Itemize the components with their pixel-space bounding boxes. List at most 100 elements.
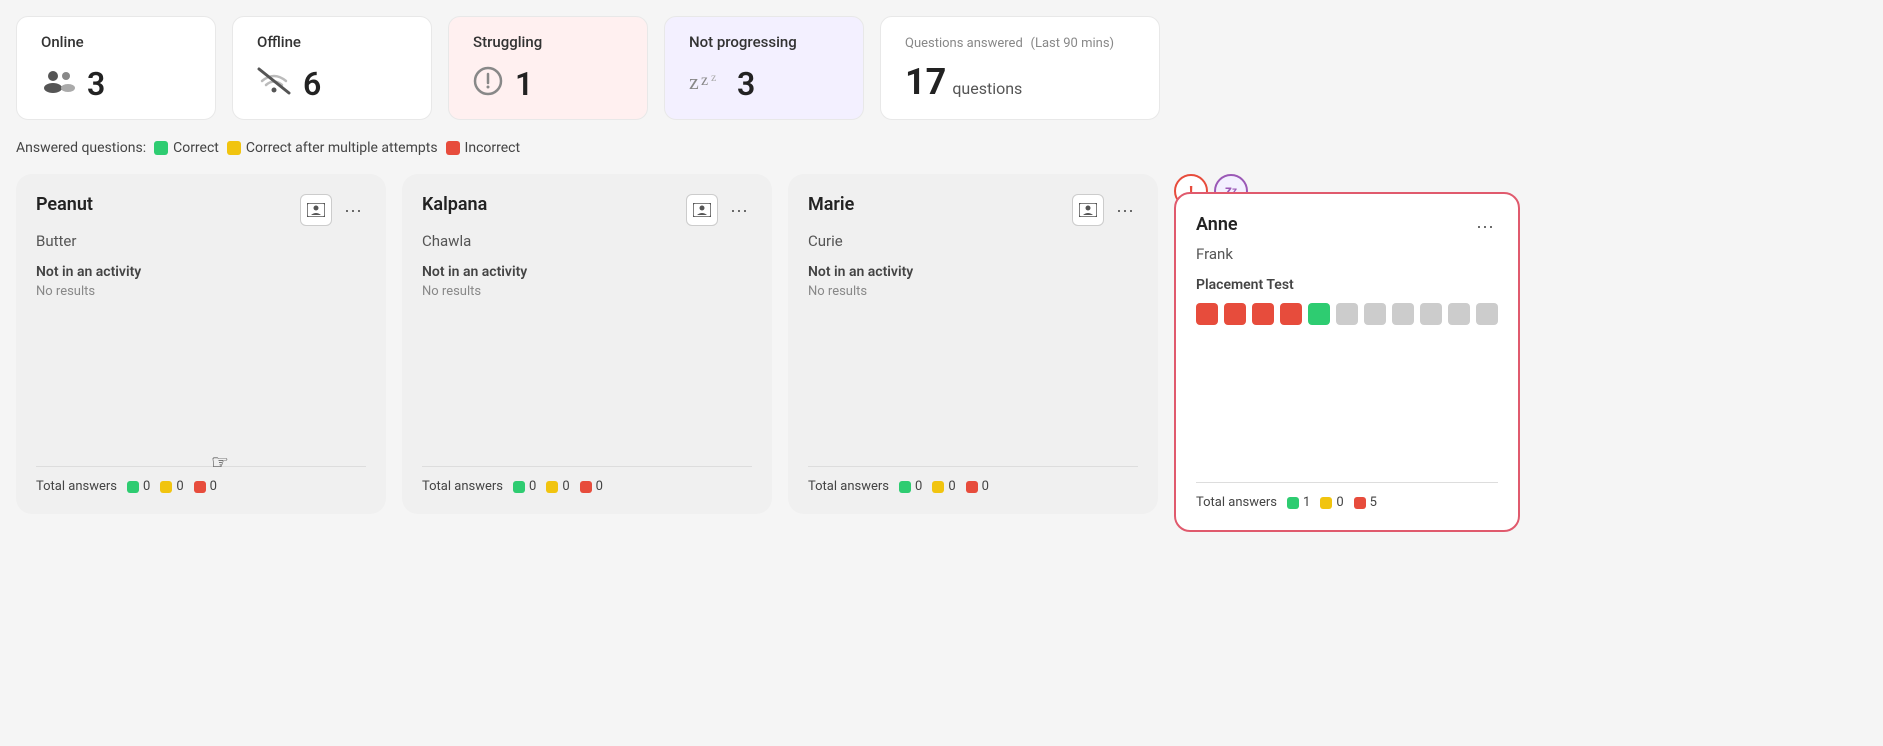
marie-incorrect-num: 0 xyxy=(982,479,989,494)
svg-text:z: z xyxy=(701,72,708,89)
peanut-menu-btn[interactable]: ··· xyxy=(340,198,366,223)
peanut-results: No results xyxy=(36,284,366,299)
peanut-multi-dot xyxy=(160,481,172,493)
peanut-correct-count: 0 xyxy=(127,479,150,494)
anne-activity: Placement Test xyxy=(1196,277,1498,293)
peanut-incorrect-count: 0 xyxy=(194,479,217,494)
marie-correct-count: 0 xyxy=(899,479,922,494)
marie-correct-dot xyxy=(899,481,911,493)
peanut-activity: Not in an activity xyxy=(36,264,366,280)
marie-multi-num: 0 xyxy=(948,479,955,494)
marie-activity: Not in an activity xyxy=(808,264,1138,280)
anne-multi-count: 0 xyxy=(1320,495,1343,510)
answer-dot xyxy=(1252,303,1274,325)
stats-row: Online 3 Offline xyxy=(16,16,1867,120)
qa-count: 17 xyxy=(905,61,946,103)
peanut-correct-dot xyxy=(127,481,139,493)
struggling-label: Struggling xyxy=(473,33,623,51)
kalpana-correct-dot xyxy=(513,481,525,493)
answer-dot xyxy=(1420,303,1442,325)
anne-correct-count: 1 xyxy=(1287,495,1310,510)
student-card-kalpana: Kalpana ··· Chawla Not in an activity No… xyxy=(402,174,772,514)
anne-footer: Total answers 1 0 5 xyxy=(1196,482,1498,510)
anne-incorrect-num: 5 xyxy=(1370,495,1377,510)
kalpana-menu-btn[interactable]: ··· xyxy=(726,198,752,223)
total-answers-label-marie: Total answers xyxy=(808,479,889,494)
answer-dot xyxy=(1308,303,1330,325)
student-card-peanut: Peanut ··· Butter Not in an activity No … xyxy=(16,174,386,514)
kalpana-incorrect-count: 0 xyxy=(580,479,603,494)
card-header-peanut: Peanut ··· xyxy=(36,194,366,226)
kalpana-multi-dot xyxy=(546,481,558,493)
peanut-multi-num: 0 xyxy=(176,479,183,494)
online-count: 3 xyxy=(87,65,105,103)
kalpana-correct-num: 0 xyxy=(529,479,536,494)
kalpana-lastname: Chawla xyxy=(422,232,752,250)
qa-subtitle: (Last 90 mins) xyxy=(1031,36,1115,51)
offline-value: 6 xyxy=(257,65,407,103)
kalpana-correct-count: 0 xyxy=(513,479,536,494)
kalpana-incorrect-dot xyxy=(580,481,592,493)
kalpana-multi-count: 0 xyxy=(546,479,569,494)
alert-circle-icon xyxy=(473,66,503,103)
peanut-multi-count: 0 xyxy=(160,479,183,494)
kalpana-name: Kalpana xyxy=(422,194,487,216)
answer-dot xyxy=(1280,303,1302,325)
offline-label: Offline xyxy=(257,33,407,51)
anne-multi-num: 0 xyxy=(1336,495,1343,510)
legend-prefix: Answered questions: xyxy=(16,140,146,156)
wifi-off-icon xyxy=(257,67,291,102)
peanut-incorrect-num: 0 xyxy=(210,479,217,494)
multi-label: Correct after multiple attempts xyxy=(246,140,438,156)
correct-dot xyxy=(154,141,168,155)
marie-multi-count: 0 xyxy=(932,479,955,494)
kalpana-profile-btn[interactable] xyxy=(686,194,718,226)
not-progressing-count: 3 xyxy=(737,65,755,103)
marie-card-icons: ··· xyxy=(1072,194,1138,226)
marie-profile-btn[interactable] xyxy=(1072,194,1104,226)
cards-grid: Peanut ··· Butter Not in an activity No … xyxy=(16,174,1867,532)
card-header-kalpana: Kalpana ··· xyxy=(422,194,752,226)
anne-answer-dots xyxy=(1196,303,1498,325)
stat-card-offline: Offline 6 xyxy=(232,16,432,120)
legend-incorrect: Incorrect xyxy=(446,140,521,156)
qa-value: 17 questions xyxy=(905,61,1135,103)
stat-card-struggling: Struggling 1 xyxy=(448,16,648,120)
peanut-incorrect-dot xyxy=(194,481,206,493)
answer-dot xyxy=(1336,303,1358,325)
marie-results: No results xyxy=(808,284,1138,299)
anne-menu-btn[interactable]: ··· xyxy=(1472,214,1498,239)
not-progressing-label: Not progressing xyxy=(689,33,839,51)
stat-card-not-progressing: Not progressing z z z 3 xyxy=(664,16,864,120)
marie-incorrect-count: 0 xyxy=(966,479,989,494)
marie-lastname: Curie xyxy=(808,232,1138,250)
answer-dot xyxy=(1364,303,1386,325)
struggling-count: 1 xyxy=(515,65,533,103)
kalpana-multi-num: 0 xyxy=(562,479,569,494)
not-progressing-value: z z z 3 xyxy=(689,65,839,103)
total-answers-label-peanut: Total answers xyxy=(36,479,117,494)
marie-multi-dot xyxy=(932,481,944,493)
incorrect-dot xyxy=(446,141,460,155)
struggling-value: 1 xyxy=(473,65,623,103)
marie-menu-btn[interactable]: ··· xyxy=(1112,198,1138,223)
answer-dot xyxy=(1448,303,1470,325)
stat-card-online: Online 3 xyxy=(16,16,216,120)
answer-dot xyxy=(1392,303,1414,325)
anne-multi-dot xyxy=(1320,497,1332,509)
student-card-anne: Anne ··· Frank Placement Test Total answ… xyxy=(1174,192,1520,532)
answer-dot xyxy=(1224,303,1246,325)
people-icon xyxy=(41,67,75,102)
multi-dot xyxy=(227,141,241,155)
marie-name: Marie xyxy=(808,194,854,216)
answer-dot xyxy=(1196,303,1218,325)
peanut-profile-btn[interactable] xyxy=(300,194,332,226)
marie-correct-num: 0 xyxy=(915,479,922,494)
anne-name: Anne xyxy=(1196,214,1238,236)
anne-wrapper: ! zz Anne ··· Frank Placement Test Total… xyxy=(1174,192,1520,532)
anne-incorrect-dot xyxy=(1354,497,1366,509)
answer-dot xyxy=(1476,303,1498,325)
questions-answered-card: Questions answered (Last 90 mins) 17 que… xyxy=(880,16,1160,120)
kalpana-card-icons: ··· xyxy=(686,194,752,226)
kalpana-footer: Total answers 0 0 0 xyxy=(422,466,752,494)
